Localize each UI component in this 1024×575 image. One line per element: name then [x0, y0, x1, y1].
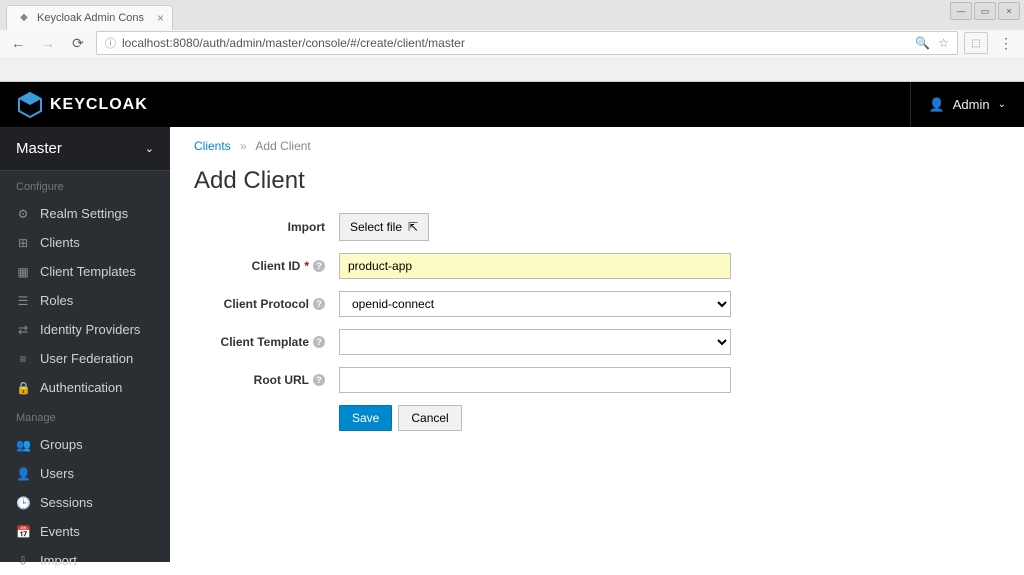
sidebar-item-client-templates[interactable]: ▦ Client Templates — [0, 257, 170, 286]
clock-icon: 🕒 — [16, 496, 30, 510]
client-template-label: Client Template — [221, 335, 309, 349]
app-header: KEYCLOAK 👤 Admin ⌄ — [0, 82, 1024, 127]
logo-icon — [16, 91, 44, 119]
external-icon: ⇱ — [408, 220, 418, 234]
client-protocol-select[interactable]: openid-connect — [339, 291, 731, 317]
info-icon: ⓘ — [105, 35, 116, 51]
reload-icon[interactable]: ⟳ — [66, 32, 90, 54]
page-title: Add Client — [194, 167, 1000, 195]
client-id-label: Client ID — [252, 259, 301, 273]
import-icon: ⇩ — [16, 554, 30, 568]
extension-icon[interactable]: ⬚ — [964, 32, 988, 54]
maximize-icon[interactable]: ▭ — [974, 2, 996, 20]
swap-icon: ⇄ — [16, 323, 30, 337]
browser-chrome: ◆ Keycloak Admin Cons × — ▭ × ← → ⟳ ⓘ lo… — [0, 0, 1024, 82]
help-icon[interactable]: ? — [313, 298, 325, 310]
user-name: Admin — [953, 97, 990, 112]
import-label: Import — [288, 220, 325, 234]
help-icon[interactable]: ? — [313, 336, 325, 348]
url-text: localhost:8080/auth/admin/master/console… — [122, 36, 465, 50]
sidebar-item-label: Roles — [40, 293, 73, 308]
select-file-button[interactable]: Select file ⇱ — [339, 213, 429, 241]
menu-icon[interactable]: ⋮ — [994, 32, 1018, 54]
help-icon[interactable]: ? — [313, 374, 325, 386]
list-icon: ☰ — [16, 294, 30, 308]
breadcrumb-current: Add Client — [255, 139, 310, 153]
forward-icon: → — [36, 32, 60, 54]
sidebar-item-label: Authentication — [40, 380, 122, 395]
user-menu[interactable]: 👤 Admin ⌄ — [910, 82, 1024, 127]
help-icon[interactable]: ? — [313, 260, 325, 272]
user-icon: 👤 — [929, 97, 945, 113]
sidebar-item-authentication[interactable]: 🔒 Authentication — [0, 373, 170, 402]
configure-section-label: Configure — [0, 171, 170, 199]
sidebar-item-roles[interactable]: ☰ Roles — [0, 286, 170, 315]
sliders-icon: ⚙ — [16, 207, 30, 221]
sidebar-item-label: Users — [40, 466, 74, 481]
sidebar-item-user-federation[interactable]: ≡ User Federation — [0, 344, 170, 373]
sidebar-item-label: Client Templates — [40, 264, 136, 279]
tab-bar: ◆ Keycloak Admin Cons × — ▭ × — [0, 0, 1024, 30]
sidebar-item-import[interactable]: ⇩ Import — [0, 546, 170, 575]
calendar-icon: 📅 — [16, 525, 30, 539]
sidebar-item-label: Groups — [40, 437, 83, 452]
grid-icon: ⊞ — [16, 236, 30, 250]
save-button[interactable]: Save — [339, 405, 392, 431]
sidebar: Master ⌄ Configure ⚙ Realm Settings ⊞ Clie… — [0, 127, 170, 562]
window-controls: — ▭ × — [950, 2, 1020, 20]
layers-icon: ≡ — [16, 352, 30, 366]
lock-icon: 🔒 — [16, 381, 30, 395]
breadcrumb-separator-icon: » — [240, 139, 247, 153]
logo[interactable]: KEYCLOAK — [16, 91, 148, 119]
root-url-label: Root URL — [254, 373, 309, 387]
close-window-icon[interactable]: × — [998, 2, 1020, 20]
chevron-down-icon: ⌄ — [998, 99, 1006, 110]
sidebar-item-label: Import — [40, 553, 77, 568]
root-url-input[interactable] — [339, 367, 731, 393]
breadcrumb-parent-link[interactable]: Clients — [194, 139, 231, 153]
minimize-icon[interactable]: — — [950, 2, 972, 20]
user-icon: 👤 — [16, 467, 30, 481]
sidebar-item-users[interactable]: 👤 Users — [0, 459, 170, 488]
url-bar[interactable]: ⓘ localhost:8080/auth/admin/master/conso… — [96, 31, 958, 55]
realm-selector[interactable]: Master ⌄ — [0, 127, 170, 171]
app: KEYCLOAK 👤 Admin ⌄ Master ⌄ Configure ⚙ R… — [0, 82, 1024, 562]
sidebar-item-sessions[interactable]: 🕒 Sessions — [0, 488, 170, 517]
zoom-icon[interactable]: 🔍 — [915, 36, 930, 50]
cancel-button[interactable]: Cancel — [398, 405, 461, 431]
sidebar-item-label: Clients — [40, 235, 80, 250]
templates-icon: ▦ — [16, 265, 30, 279]
chevron-down-icon: ⌄ — [145, 142, 154, 155]
sidebar-item-groups[interactable]: 👥 Groups — [0, 430, 170, 459]
close-icon[interactable]: × — [157, 11, 164, 25]
manage-section-label: Manage — [0, 402, 170, 430]
sidebar-item-label: Sessions — [40, 495, 93, 510]
star-icon[interactable]: ☆ — [938, 36, 949, 50]
realm-name: Master — [16, 140, 62, 157]
browser-tab[interactable]: ◆ Keycloak Admin Cons × — [6, 5, 173, 30]
sidebar-item-label: User Federation — [40, 351, 133, 366]
select-file-label: Select file — [350, 220, 402, 234]
sidebar-item-events[interactable]: 📅 Events — [0, 517, 170, 546]
required-indicator: * — [304, 259, 309, 273]
client-template-select[interactable] — [339, 329, 731, 355]
logo-text: KEYCLOAK — [50, 96, 148, 114]
client-id-input[interactable] — [339, 253, 731, 279]
sidebar-item-label: Events — [40, 524, 80, 539]
content: Clients » Add Client Add Client Import S… — [170, 127, 1024, 562]
nav-bar: ← → ⟳ ⓘ localhost:8080/auth/admin/master… — [0, 30, 1024, 58]
back-icon[interactable]: ← — [6, 32, 30, 54]
sidebar-item-realm-settings[interactable]: ⚙ Realm Settings — [0, 199, 170, 228]
sidebar-item-identity-providers[interactable]: ⇄ Identity Providers — [0, 315, 170, 344]
tab-favicon-icon: ◆ — [17, 11, 31, 25]
sidebar-item-label: Realm Settings — [40, 206, 128, 221]
sidebar-item-label: Identity Providers — [40, 322, 140, 337]
sidebar-item-clients[interactable]: ⊞ Clients — [0, 228, 170, 257]
client-protocol-label: Client Protocol — [224, 297, 309, 311]
breadcrumb: Clients » Add Client — [194, 139, 1000, 153]
url-actions: 🔍 ☆ — [915, 36, 949, 50]
groups-icon: 👥 — [16, 438, 30, 452]
tab-title: Keycloak Admin Cons — [37, 12, 144, 24]
